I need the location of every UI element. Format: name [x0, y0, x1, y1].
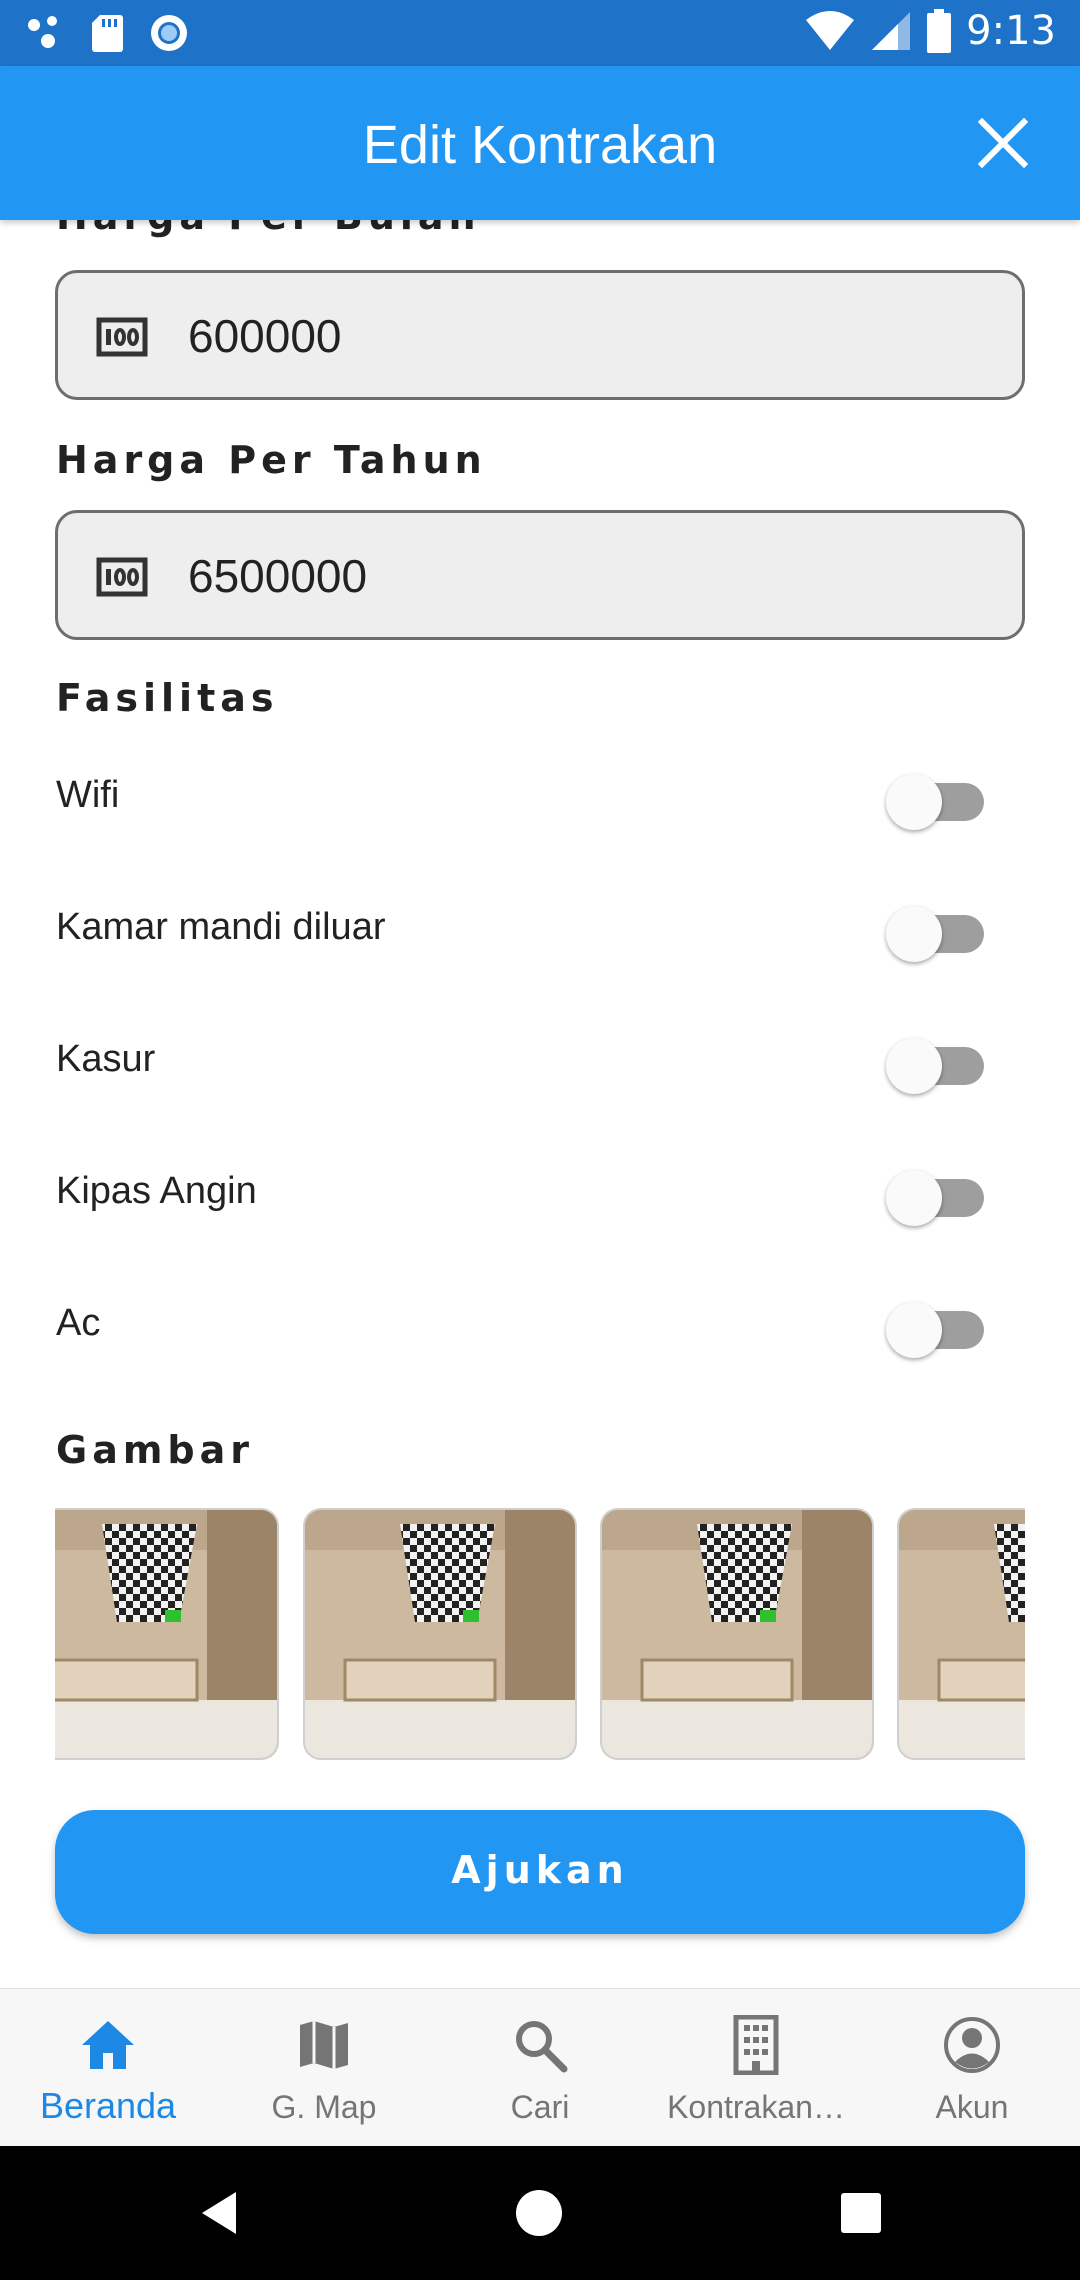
back-icon[interactable] — [188, 2182, 250, 2244]
status-bar: 9:13 — [0, 0, 1080, 66]
nav-label: Beranda — [39, 2085, 177, 2126]
system-navigation-bar — [0, 2146, 1080, 2280]
search-icon — [516, 2021, 568, 2073]
fasilitas-label: Fasilitas — [56, 676, 279, 720]
nav-akun[interactable]: Akun — [864, 1989, 1080, 2147]
status-icons-left — [26, 12, 190, 54]
kamar-mandi-toggle[interactable] — [886, 906, 992, 962]
status-icons-right: 9:13 — [804, 8, 1056, 54]
bottom-navigation: Beranda G. Map Cari Kontrakan… Akun — [0, 1988, 1080, 2146]
record-icon — [151, 15, 187, 51]
building-icon — [733, 2015, 779, 2075]
close-icon[interactable] — [974, 114, 1032, 172]
notification-dots-icon — [28, 16, 57, 48]
home-circle-icon[interactable] — [508, 2182, 570, 2244]
money-icon — [96, 317, 148, 357]
sd-card-icon — [92, 15, 123, 52]
nav-cari[interactable]: Cari — [432, 1989, 648, 2147]
image-gallery[interactable] — [55, 1508, 1025, 1760]
gallery-image[interactable] — [303, 1508, 577, 1760]
facility-row-ac: Ac — [0, 1258, 1080, 1390]
facility-row-kamar-mandi: Kamar mandi diluar — [0, 862, 1080, 994]
battery-icon — [927, 9, 952, 53]
gambar-label: Gambar — [56, 1428, 255, 1472]
harga-tahun-label: Harga Per Tahun — [56, 438, 487, 482]
kasur-toggle[interactable] — [886, 1038, 992, 1094]
gallery-image[interactable] — [897, 1508, 1025, 1760]
money-icon — [96, 557, 148, 597]
harga-bulan-label: Harga Per Bulan — [56, 220, 481, 238]
harga-tahun-input[interactable]: 6500000 — [55, 510, 1025, 640]
facility-row-wifi: Wifi — [0, 730, 1080, 862]
gallery-image[interactable] — [600, 1508, 874, 1760]
facility-label: Kasur — [56, 1038, 156, 1080]
facility-label: Wifi — [56, 774, 120, 816]
page-title: Edit Kontrakan — [362, 115, 718, 175]
nav-label: Kontrakan… — [667, 2089, 845, 2125]
gallery-image[interactable] — [55, 1508, 279, 1760]
nav-label: Cari — [510, 2089, 570, 2125]
facility-label: Ac — [56, 1302, 101, 1344]
recents-icon[interactable] — [830, 2182, 892, 2244]
app-bar: Edit Kontrakan — [0, 66, 1080, 220]
facility-row-kipas-angin: Kipas Angin — [0, 1126, 1080, 1258]
wifi-toggle[interactable] — [886, 774, 992, 830]
facility-row-kasur: Kasur — [0, 994, 1080, 1126]
wifi-icon — [806, 11, 855, 50]
ajukan-button-label: Ajukan — [451, 1848, 629, 1892]
nav-gmap[interactable]: G. Map — [216, 1989, 432, 2147]
home-icon — [82, 2021, 134, 2069]
harga-bulan-value: 600000 — [188, 310, 342, 362]
map-icon — [300, 2021, 348, 2069]
nav-beranda[interactable]: Beranda — [0, 1989, 216, 2147]
facility-label: Kipas Angin — [56, 1170, 257, 1212]
nav-label: G. Map — [271, 2089, 377, 2125]
form-content[interactable]: Harga Per Bulan 600000 Harga Per Tahun 6… — [0, 220, 1080, 1988]
cell-signal-icon — [872, 12, 911, 50]
status-time: 9:13 — [966, 8, 1056, 54]
facility-label: Kamar mandi diluar — [56, 906, 386, 948]
ac-toggle[interactable] — [886, 1302, 992, 1358]
kipas-angin-toggle[interactable] — [886, 1170, 992, 1226]
nav-kontrakan[interactable]: Kontrakan… — [648, 1989, 864, 2147]
ajukan-button[interactable]: Ajukan — [55, 1810, 1025, 1934]
harga-tahun-value: 6500000 — [188, 550, 368, 602]
account-icon — [944, 2017, 1000, 2073]
nav-label: Akun — [935, 2089, 1009, 2125]
harga-bulan-input[interactable]: 600000 — [55, 270, 1025, 400]
